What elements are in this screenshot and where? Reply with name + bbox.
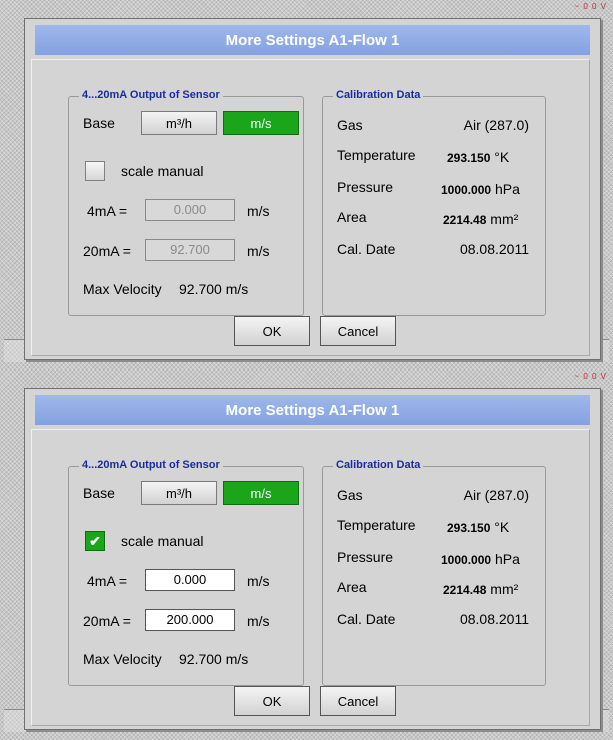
max-velocity-value: 92.700 m/s — [179, 281, 249, 297]
4ma-input[interactable]: 0.000 — [145, 199, 235, 221]
max-velocity-label: Max Velocity — [83, 651, 162, 667]
cancel-button[interactable]: Cancel — [320, 686, 396, 716]
cal-date-label: Cal. Date — [337, 241, 396, 257]
20ma-unit: m/s — [247, 243, 270, 259]
gas-label: Gas — [337, 117, 363, 133]
pressure-label: Pressure — [337, 179, 394, 195]
scale-manual-checkbox[interactable]: ✔ — [85, 531, 105, 551]
20ma-label: 20mA = — [83, 243, 131, 259]
more-settings-dialog: More Settings A1-Flow 1 4...20mA Output … — [24, 388, 601, 730]
calibration-legend: Calibration Data — [333, 459, 424, 471]
temperature-label: Temperature — [337, 517, 416, 533]
4ma-input[interactable]: 0.000 — [145, 569, 235, 591]
max-velocity-value: 92.700 m/s — [179, 651, 249, 667]
more-settings-dialog: More Settings A1-Flow 1 4...20mA Output … — [24, 18, 601, 360]
frame-status-tag: ~ 0 0 V — [574, 2, 607, 11]
dialog-title: More Settings A1-Flow 1 — [35, 25, 590, 55]
20ma-input[interactable]: 92.700 — [145, 239, 235, 261]
unit-ms-button[interactable]: m/s — [223, 111, 299, 135]
pressure-value: 1000.000 hPa — [441, 551, 520, 567]
sensor-output-group: 4...20mA Output of Sensor Base m³/h m/s … — [68, 459, 304, 686]
20ma-label: 20mA = — [83, 613, 131, 629]
area-label: Area — [337, 209, 367, 225]
area-label: Area — [337, 579, 367, 595]
unit-ms-button[interactable]: m/s — [223, 481, 299, 505]
20ma-input[interactable]: 200.000 — [145, 609, 235, 631]
base-label: Base — [83, 485, 115, 501]
pressure-unit: hPa — [494, 551, 520, 567]
dialog-body: 4...20mA Output of Sensor Base m³/h m/s … — [31, 429, 590, 726]
area-unit: mm² — [490, 581, 519, 597]
sensor-output-legend: 4...20mA Output of Sensor — [79, 459, 223, 471]
pressure-label: Pressure — [337, 549, 394, 565]
cal-date-value: 08.08.2011 — [459, 611, 529, 627]
scale-manual-checkbox[interactable] — [85, 161, 105, 181]
4ma-unit: m/s — [247, 573, 270, 589]
temperature-value: 293.150 °K — [447, 149, 509, 165]
max-velocity-label: Max Velocity — [83, 281, 162, 297]
ok-button[interactable]: OK — [234, 316, 310, 346]
frame-status-tag: ~ 0 0 V — [574, 372, 607, 381]
scale-manual-label: scale manual — [121, 163, 204, 179]
scale-manual-label: scale manual — [121, 533, 204, 549]
pressure-number: 1000.000 — [441, 553, 492, 567]
temperature-unit: °K — [494, 519, 510, 535]
cancel-button[interactable]: Cancel — [320, 316, 396, 346]
pressure-number: 1000.000 — [441, 183, 492, 197]
gas-value: Air (287.0) — [463, 117, 529, 133]
temperature-number: 293.150 — [447, 151, 491, 165]
area-number: 2214.48 — [443, 213, 487, 227]
base-label: Base — [83, 115, 115, 131]
20ma-unit: m/s — [247, 613, 270, 629]
calibration-group: Calibration Data Gas Air (287.0) Tempera… — [322, 89, 546, 316]
4ma-label: 4mA = — [87, 203, 128, 219]
dialog-body: 4...20mA Output of Sensor Base m³/h m/s … — [31, 59, 590, 356]
calibration-legend: Calibration Data — [333, 89, 424, 101]
unit-m3h-button[interactable]: m³/h — [141, 481, 217, 505]
area-value: 2214.48 mm² — [443, 581, 518, 597]
temperature-unit: °K — [494, 149, 510, 165]
temperature-label: Temperature — [337, 147, 416, 163]
area-number: 2214.48 — [443, 583, 487, 597]
temperature-number: 293.150 — [447, 521, 491, 535]
calibration-group: Calibration Data Gas Air (287.0) Tempera… — [322, 459, 546, 686]
screenshot-top: ~ 0 0 V More Settings A1-Flow 1 4...20mA… — [0, 0, 613, 370]
temperature-value: 293.150 °K — [447, 519, 509, 535]
pressure-unit: hPa — [494, 181, 520, 197]
cal-date-value: 08.08.2011 — [459, 241, 529, 257]
sensor-output-group: 4...20mA Output of Sensor Base m³/h m/s … — [68, 89, 304, 316]
4ma-label: 4mA = — [87, 573, 128, 589]
gas-label: Gas — [337, 487, 363, 503]
area-unit: mm² — [490, 211, 519, 227]
sensor-output-legend: 4...20mA Output of Sensor — [79, 89, 223, 101]
4ma-unit: m/s — [247, 203, 270, 219]
cal-date-label: Cal. Date — [337, 611, 396, 627]
unit-m3h-button[interactable]: m³/h — [141, 111, 217, 135]
dialog-title: More Settings A1-Flow 1 — [35, 395, 590, 425]
pressure-value: 1000.000 hPa — [441, 181, 520, 197]
ok-button[interactable]: OK — [234, 686, 310, 716]
screenshot-bottom: ~ 0 0 V More Settings A1-Flow 1 4...20mA… — [0, 370, 613, 740]
area-value: 2214.48 mm² — [443, 211, 518, 227]
gas-value: Air (287.0) — [463, 487, 529, 503]
